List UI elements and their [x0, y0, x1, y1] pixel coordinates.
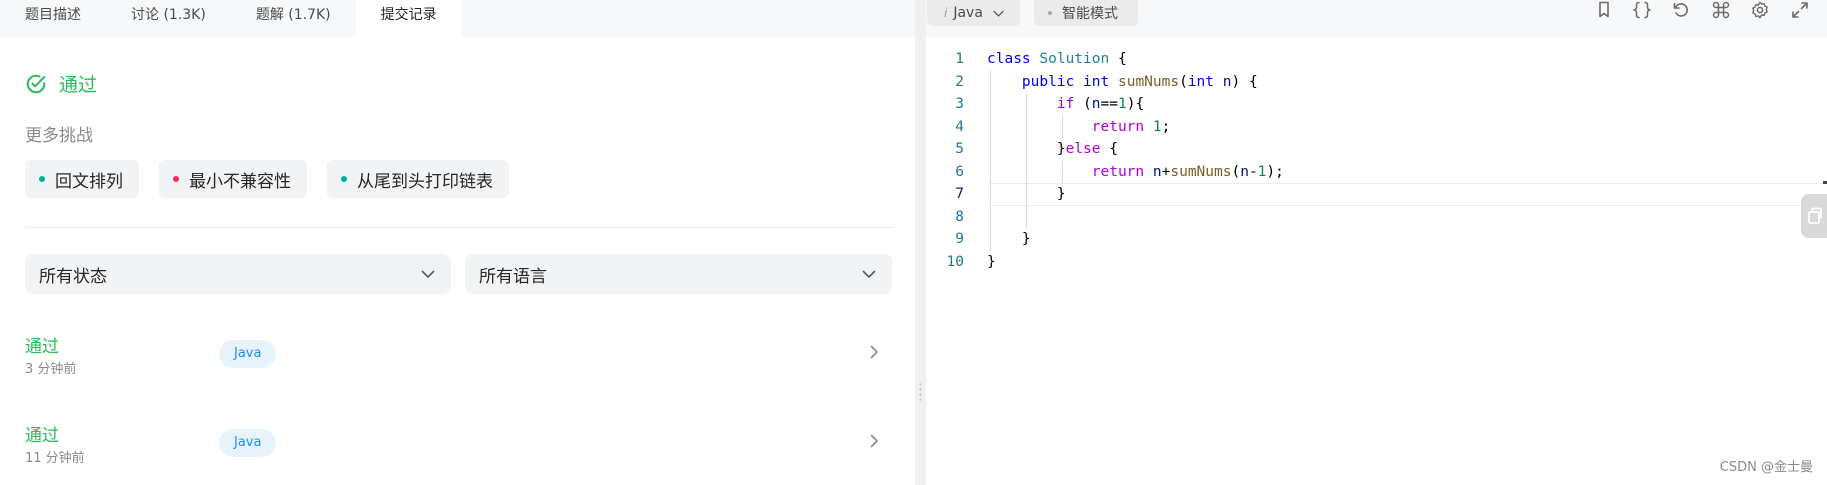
tab-discussion[interactable]: 讨论 (1.3K) — [106, 0, 231, 37]
line-number: 5 — [955, 141, 964, 157]
challenge-chip[interactable]: 回文排列 — [25, 160, 139, 198]
chevron-down-icon — [862, 270, 876, 278]
challenge-chip[interactable]: 最小不兼容性 — [159, 160, 307, 198]
code-text: class Solution { — [987, 51, 1127, 67]
smart-mode-toggle[interactable]: 智能模式 — [1034, 0, 1138, 26]
copy-icon — [1808, 207, 1822, 224]
status-filter-select[interactable]: 所有状态 — [25, 254, 451, 294]
reset-icon[interactable] — [1671, 0, 1691, 20]
status-filter-value: 所有状态 — [39, 266, 107, 287]
bookmark-icon[interactable] — [1594, 0, 1614, 20]
submission-language-badge: Java — [219, 429, 277, 457]
drag-handle-icon[interactable] — [919, 382, 922, 402]
code-line: 1 class Solution { — [926, 48, 1827, 71]
code-text: } — [987, 253, 996, 270]
line-number: 10 — [946, 253, 964, 270]
line-number: 6 — [955, 163, 964, 180]
language-filter-select[interactable]: 所有语言 — [465, 254, 892, 294]
line-number: 1 — [955, 51, 964, 67]
challenge-list: 回文排列 最小不兼容性 从尾到头打印链表 — [25, 160, 509, 198]
code-line: 3 if (n==1){ — [926, 93, 1827, 116]
line-number: 4 — [955, 118, 964, 135]
difficulty-dot — [39, 176, 45, 182]
code-line: 6 return n+sumNums(n-1); — [926, 161, 1827, 184]
watermark: CSDN @金士曼 — [1719, 460, 1813, 475]
tab-bar: 题目描述 讨论 (1.3K) 题解 (1.7K) 提交记录 — [0, 0, 915, 37]
language-select[interactable]: i Java — [927, 0, 1020, 26]
code-text: return 1; — [1091, 118, 1171, 135]
chevron-right-icon — [870, 434, 878, 448]
code-text: return n+sumNums(n-1); — [1091, 163, 1284, 180]
panel-splitter[interactable] — [915, 0, 926, 485]
line-number: 8 — [955, 208, 964, 225]
code-text: }else { — [987, 141, 1118, 157]
submission-status: 通过 — [25, 337, 59, 357]
command-icon[interactable] — [1711, 0, 1731, 20]
challenge-label: 最小不兼容性 — [189, 171, 291, 192]
code-editor-panel: i Java 智能模式 1 class Solution {2 public … — [926, 0, 1827, 485]
code-line: 9 } — [926, 228, 1827, 251]
submission-row[interactable]: 通过 3 分钟前 Java — [25, 332, 892, 388]
chevron-right-icon — [870, 345, 878, 359]
editor-toolbar: i Java 智能模式 — [926, 0, 1827, 37]
language-filter-value: 所有语言 — [479, 266, 547, 287]
copy-button[interactable] — [1801, 194, 1827, 238]
gear-icon[interactable] — [1750, 0, 1770, 20]
code-line: 8 — [926, 206, 1827, 229]
submission-row[interactable]: 通过 11 分钟前 Java — [25, 421, 892, 477]
code-line: 2 public int sumNums(int n) { — [926, 71, 1827, 94]
submission-time: 11 分钟前 — [25, 451, 85, 466]
fullscreen-icon[interactable] — [1790, 0, 1810, 20]
divider — [25, 227, 892, 228]
result-status: 通过 — [25, 70, 97, 97]
tab-description[interactable]: 题目描述 — [0, 0, 106, 37]
line-number: 2 — [955, 73, 964, 90]
chevron-down-icon — [421, 270, 435, 278]
braces-icon[interactable] — [1632, 0, 1652, 20]
code-line: 7 } — [926, 183, 1827, 206]
code-line: 4 return 1; — [926, 116, 1827, 139]
scrollbar-marker[interactable] — [1823, 181, 1827, 184]
submission-time: 3 分钟前 — [25, 362, 77, 377]
code-line: 5 }else { — [926, 138, 1827, 161]
code-line: 10 } — [926, 251, 1827, 274]
more-challenges-title: 更多挑战 — [25, 126, 93, 146]
difficulty-dot — [173, 176, 179, 182]
submission-language-badge: Java — [219, 340, 277, 368]
code-text: public int sumNums(int n) { — [1021, 73, 1258, 90]
submission-status: 通过 — [25, 426, 59, 446]
tab-submissions[interactable]: 提交记录 — [355, 0, 462, 37]
mode-dot — [1048, 11, 1052, 15]
line-number: 7 — [955, 186, 964, 202]
app: 题目描述 讨论 (1.3K) 题解 (1.7K) 提交记录 通过 更多挑战 回文… — [0, 0, 1827, 485]
difficulty-dot — [341, 176, 347, 182]
language-select-value: Java — [953, 5, 983, 21]
smart-mode-label: 智能模式 — [1062, 6, 1118, 22]
tab-solutions[interactable]: 题解 (1.7K) — [231, 0, 356, 37]
check-circle-icon — [26, 74, 46, 93]
chevron-down-icon — [993, 10, 1004, 17]
code-area[interactable]: 1 class Solution { 2 public int sumNums(… — [926, 48, 1827, 408]
line-number: 9 — [955, 231, 964, 247]
code-text: } — [987, 231, 1031, 247]
code-text: } — [987, 186, 1066, 202]
line-number: 3 — [955, 96, 964, 112]
challenge-chip[interactable]: 从尾到头打印链表 — [327, 160, 509, 198]
left-panel: 题目描述 讨论 (1.3K) 题解 (1.7K) 提交记录 通过 更多挑战 回文… — [0, 0, 915, 485]
challenge-label: 回文排列 — [55, 171, 123, 192]
code-text: if (n==1){ — [1056, 96, 1145, 112]
challenge-label: 从尾到头打印链表 — [357, 171, 493, 192]
result-status-label: 通过 — [59, 74, 98, 96]
info-icon: i — [944, 6, 948, 20]
